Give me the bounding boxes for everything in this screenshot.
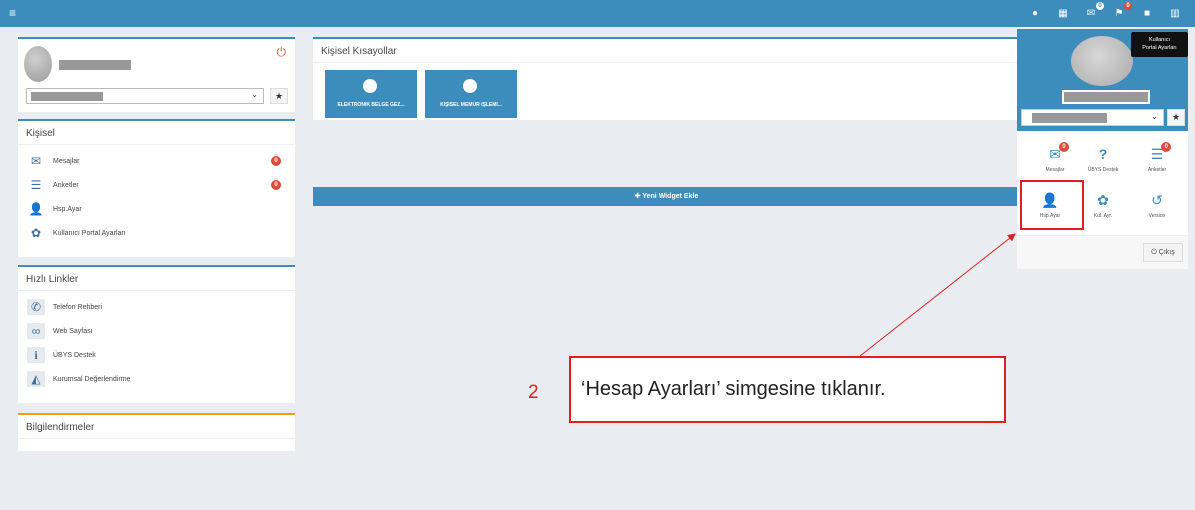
link-ubys-destek[interactable]: i ÜBYS Destek [18, 343, 295, 367]
bars-icon[interactable]: ≡ [9, 7, 16, 19]
user-dropdown-menu: ⌄ ★ ✉ 0 Mesajlar ? ÜBYS Destek ☰ 0 Anketle… [1017, 29, 1188, 269]
user-icon: 👤 [28, 202, 44, 216]
tile-label: KİŞİSEL MEMUR İŞLEMİ... [440, 102, 502, 108]
cell-label: Anketler [1147, 167, 1167, 173]
redacted-user-name [1062, 90, 1150, 104]
role-select[interactable]: ⌄ [1021, 109, 1164, 126]
circle-icon [463, 79, 477, 93]
navbar-icon-group: ● ▦ ✉ 0 ⚑ 0 ■ ▥ [1029, 0, 1181, 27]
tooltip-line-1: Kullanıcı [1148, 37, 1171, 43]
redacted-user-name [59, 60, 131, 70]
flag-badge: 0 [1124, 2, 1132, 10]
menu-item-label: Mesajlar [53, 157, 80, 165]
menu-item-anketler[interactable]: ☰ Anketler 0 [18, 173, 295, 197]
list-icon: ☰ [30, 178, 42, 192]
menu-item-portal-ayarlari[interactable]: ✿ Kullanıcı Portal Ayarları [18, 221, 295, 245]
link-telefon-rehberi[interactable]: ✆ Telefon Rehberi [18, 295, 295, 319]
link-label: Web Sayfası [53, 327, 93, 335]
phone-icon: ✆ [27, 299, 45, 315]
link-label: Kurumsal Değerlendirme [53, 375, 131, 383]
cell-label: Version [1148, 213, 1166, 219]
menu-item-mesajlar[interactable]: ✉ Mesajlar 0 [18, 149, 295, 173]
power-icon[interactable]: ⏻ [277, 45, 287, 60]
comments-badge: 0 [1096, 2, 1104, 10]
instruction-callout: ‘Hesap Ayarları’ simgesine tıklanır. [569, 356, 1006, 423]
chevron-down-icon: ⌄ [251, 90, 258, 99]
lock-icon[interactable]: ■ [1141, 8, 1153, 19]
menu-item-label: Hsp.Ayar [53, 205, 82, 213]
question-icon: ? [1098, 146, 1108, 162]
gear-icon: ✿ [1097, 192, 1109, 208]
grid-icon[interactable]: ▥ [1169, 8, 1181, 19]
count-badge: 0 [271, 180, 281, 190]
count-badge: 0 [271, 156, 281, 166]
shortcuts-title: Kişisel Kısayollar [313, 39, 1020, 63]
shortcuts-panel: Kişisel Kısayollar ELEKTRONİK BELGE GEZ.… [313, 37, 1020, 120]
logout-button[interactable]: ⏻ Çıkış [1143, 243, 1183, 262]
hizli-linkler-panel: Hızlı Linkler ✆ Telefon Rehberi ∞ Web Sa… [18, 265, 295, 403]
kisisel-title: Kişisel [18, 121, 295, 145]
redacted-role [31, 92, 103, 101]
menu-item-label: Kullanıcı Portal Ayarları [53, 229, 126, 237]
circle-icon [363, 79, 377, 93]
redacted-role [1032, 113, 1107, 123]
kisisel-panel: Kişisel ✉ Mesajlar 0 ☰ Anketler 0 👤 Hsp.… [18, 119, 295, 257]
bilgilendirmeler-title: Bilgilendirmeler [18, 415, 295, 439]
profile-panel: ⏻ ⌄ ★ [18, 37, 295, 112]
tooltip: Kullanıcı Portal Ayarları [1131, 32, 1188, 57]
dropdown-footer: ⏻ Çıkış [1017, 235, 1188, 269]
shortcut-tile-belge[interactable]: ELEKTRONİK BELGE GEZ... [325, 70, 417, 118]
area-chart-icon: ◭ [27, 371, 45, 387]
avatar [1071, 36, 1133, 86]
menu-item-label: Anketler [53, 181, 79, 189]
role-select[interactable]: ⌄ [26, 88, 264, 104]
tile-label: ELEKTRONİK BELGE GEZ... [337, 102, 405, 108]
link-web-sayfasi[interactable]: ∞ Web Sayfası [18, 319, 295, 343]
globe-icon[interactable]: ● [1029, 8, 1041, 19]
envelope-icon: ✉ [30, 154, 42, 168]
envelope-icon: ✉ 0 [1049, 142, 1069, 162]
highlight-box [1020, 180, 1084, 230]
step-number: 2 [528, 382, 539, 403]
dropdown-ubys-destek[interactable]: ? ÜBYS Destek [1075, 144, 1131, 179]
gear-icon: ✿ [30, 226, 42, 240]
link-label: Telefon Rehberi [53, 303, 103, 311]
top-navbar: ≡ ● ▦ ✉ 0 ⚑ 0 ■ ▥ [0, 0, 1195, 27]
avatar [24, 46, 52, 82]
calendar-icon[interactable]: ▦ [1057, 8, 1069, 19]
bilgilendirmeler-panel: Bilgilendirmeler [18, 413, 295, 451]
add-widget-button[interactable]: ✚ Yeni Widget Ekle [313, 187, 1020, 206]
favorite-button[interactable]: ★ [1167, 109, 1185, 126]
menu-item-hsp-ayar[interactable]: 👤 Hsp.Ayar [18, 197, 295, 221]
link-icon: ∞ [27, 323, 45, 339]
hizli-linkler-title: Hızlı Linkler [18, 267, 295, 291]
cell-label: ÜBYS Destek [1087, 167, 1119, 173]
count-badge: 0 [1058, 142, 1069, 152]
comments-icon[interactable]: ✉ 0 [1085, 2, 1104, 19]
history-icon: ↺ [1151, 192, 1163, 208]
dropdown-version[interactable]: ↺ Version [1129, 190, 1185, 225]
link-kurumsal-degerlendirme[interactable]: ◭ Kurumsal Değerlendirme [18, 367, 295, 391]
list-icon: ☰ 0 [1151, 142, 1172, 162]
flag-icon[interactable]: ⚑ 0 [1113, 2, 1132, 19]
count-badge: 0 [1161, 142, 1172, 152]
dropdown-anketler[interactable]: ☰ 0 Anketler [1129, 142, 1185, 179]
shortcut-tile-memur[interactable]: KİŞİSEL MEMUR İŞLEMİ... [425, 70, 517, 118]
favorite-button[interactable]: ★ [270, 88, 288, 104]
tooltip-line-2: Portal Ayarları [1142, 45, 1177, 51]
link-label: ÜBYS Destek [53, 351, 96, 359]
info-icon: i [27, 347, 45, 363]
chevron-down-icon: ⌄ [1151, 112, 1158, 121]
